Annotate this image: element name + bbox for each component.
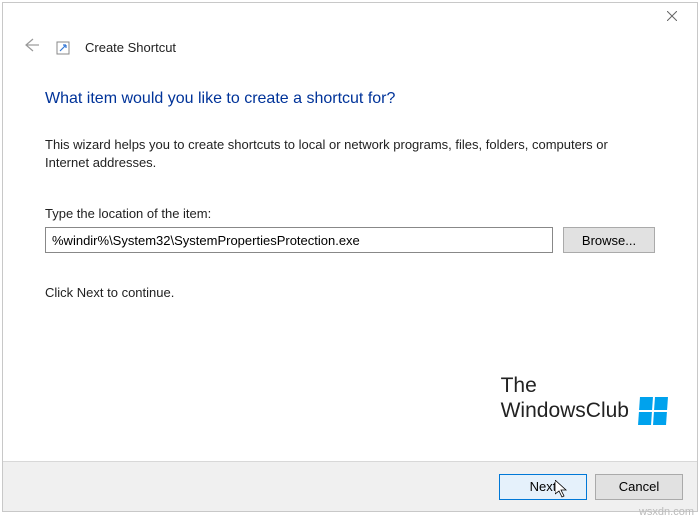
back-button[interactable] [21, 35, 41, 60]
back-arrow-icon [21, 35, 41, 55]
close-button[interactable] [651, 5, 693, 27]
windows-logo-icon [638, 397, 668, 425]
create-shortcut-dialog: Create Shortcut What item would you like… [2, 2, 698, 512]
close-icon [667, 11, 677, 21]
wizard-description: This wizard helps you to create shortcut… [45, 136, 655, 172]
continue-hint: Click Next to continue. [45, 285, 655, 300]
site-watermark: wsxdn.com [639, 506, 694, 518]
main-heading: What item would you like to create a sho… [45, 90, 655, 108]
titlebar [3, 3, 697, 29]
logo-line2: WindowsClub [501, 397, 667, 425]
logo-line2-text: WindowsClub [501, 399, 629, 422]
browse-button[interactable]: Browse... [563, 227, 655, 253]
location-input[interactable] [45, 227, 553, 253]
content-area: What item would you like to create a sho… [3, 70, 697, 310]
dialog-footer: Next Cancel [3, 461, 697, 511]
location-label: Type the location of the item: [45, 206, 655, 221]
next-button[interactable]: Next [499, 474, 587, 500]
logo-line1: The [501, 374, 667, 397]
header-row: Create Shortcut [3, 29, 697, 70]
dialog-title: Create Shortcut [85, 40, 176, 55]
windowsclub-logo: The WindowsClub [501, 374, 667, 425]
shortcut-icon [55, 40, 71, 56]
cancel-button[interactable]: Cancel [595, 474, 683, 500]
location-input-row: Browse... [45, 227, 655, 253]
